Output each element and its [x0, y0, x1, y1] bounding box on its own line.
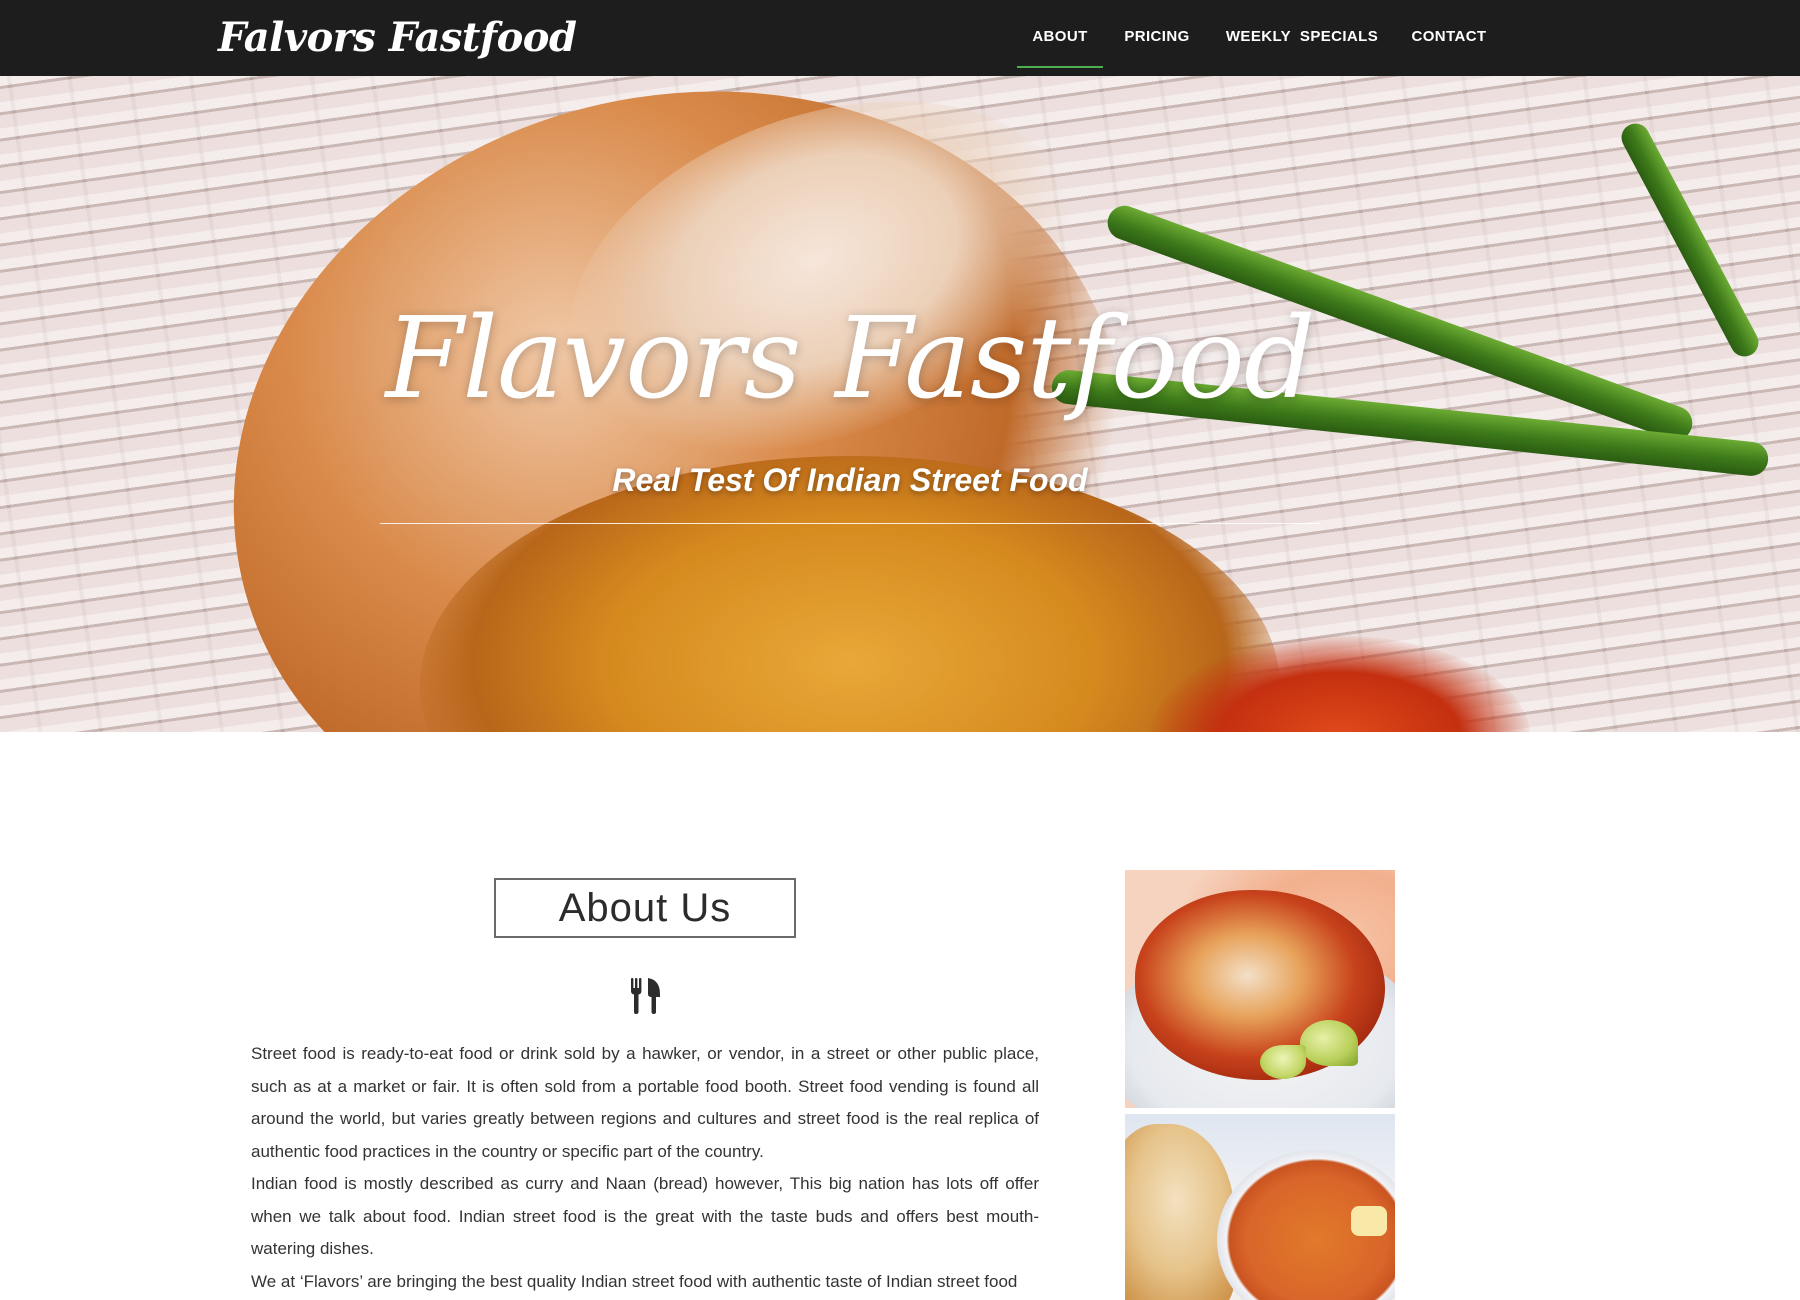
food-photo-pav-dish [1125, 870, 1395, 1108]
hero-subtitle: Real Test Of Indian Street Food [612, 462, 1088, 498]
about-paragraph: Indian food is mostly described as curry… [251, 1174, 1039, 1258]
about-heading-box: About Us [494, 878, 796, 938]
hero-title: Flavors Fastfood [385, 294, 1316, 424]
about-text: Street food is ready-to-eat food or drin… [251, 1038, 1039, 1298]
lime-shape [1260, 1045, 1306, 1079]
about-paragraph: Street food is ready-to-eat food or drin… [251, 1044, 1039, 1161]
about-heading: About Us [558, 886, 732, 930]
hero-divider [380, 523, 1320, 524]
brand-logo-link[interactable]: Falvors Fastfood [218, 10, 577, 66]
nav-item-weekly-specials[interactable]: WEEKLY SPECIALS [1222, 0, 1382, 68]
butter-shape [1351, 1206, 1387, 1236]
food-photo-pav-bhaji [1125, 1114, 1395, 1300]
top-navbar: Falvors Fastfood ABOUT PRICING WEEKLY SP… [0, 0, 1800, 76]
utensils-icon [631, 978, 660, 1014]
about-paragraph: We at ‘Flavors’ are bringing the best qu… [251, 1271, 1018, 1291]
nav-item-contact[interactable]: CONTACT [1404, 0, 1494, 68]
nav-item-about[interactable]: ABOUT [1017, 0, 1103, 68]
nav-item-pricing[interactable]: PRICING [1118, 0, 1196, 68]
lime-shape [1300, 1020, 1358, 1066]
bread-shape [1125, 1124, 1235, 1300]
